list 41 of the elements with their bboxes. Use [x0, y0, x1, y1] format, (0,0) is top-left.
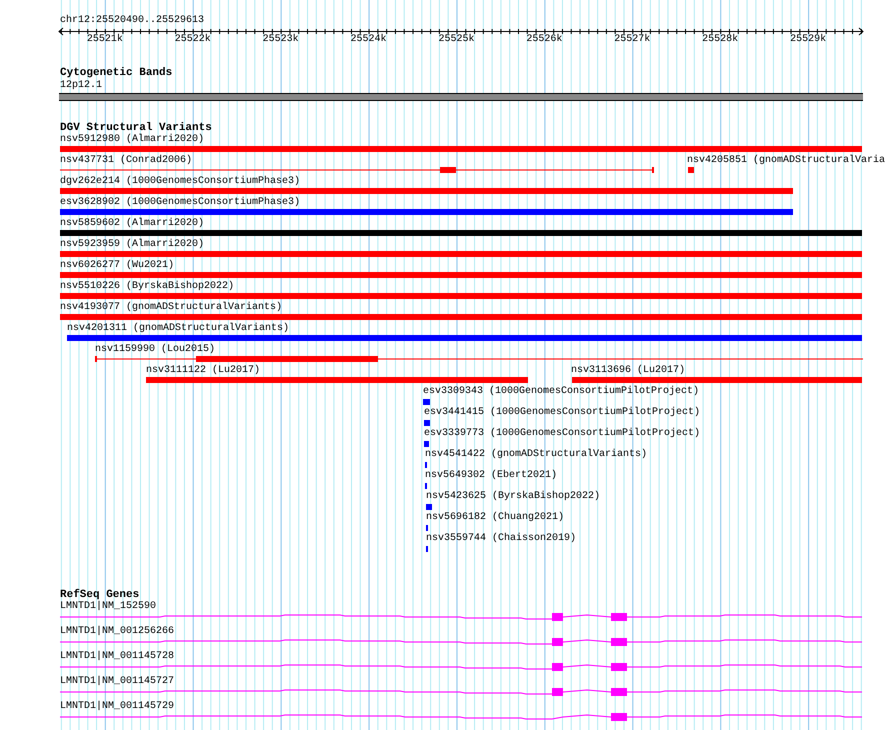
- gene-label: LMNTD1|NM_152590: [60, 601, 156, 613]
- track-title: RefSeq Genes: [60, 589, 140, 601]
- variant-label: nsv4541422 (gnomADStructuralVariants): [425, 449, 648, 461]
- track-title: Cytogenetic Bands: [60, 67, 172, 80]
- variant-label: esv3441415 (1000GenomesConsortiumPilotProject): [424, 407, 700, 419]
- tick-label: 25528k: [702, 34, 738, 46]
- variant-label: dgv262e214 (1000GenomesConsortiumPhase3): [60, 176, 300, 188]
- tick-label: 25529k: [790, 34, 826, 46]
- tick-label: 25523k: [262, 34, 299, 46]
- gene-label: LMNTD1|NM_001145728: [60, 651, 174, 663]
- variant-label: nsv6026277 (Wu2021): [60, 260, 174, 272]
- location-label: chr12:25520490..25529613: [60, 15, 204, 27]
- tick-label: 25522k: [174, 34, 211, 46]
- variant-label: esv3309343 (1000GenomesConsortiumPilotProject): [423, 386, 700, 398]
- variant-label: nsv3113696 (Lu2017): [571, 365, 686, 377]
- variant-label: nsv5859602 (Almarri2020): [60, 218, 204, 230]
- tick-label: 25525k: [438, 34, 474, 46]
- tick-label: 25524k: [350, 34, 387, 46]
- variant-label: nsv3559744 (Chaisson2019): [426, 533, 576, 545]
- gene-label: LMNTD1|NM_001145727: [60, 676, 174, 688]
- variant-label: nsv5423625 (ByrskaBishop2022): [426, 491, 600, 503]
- track-title: DGV Structural Variants: [60, 122, 212, 134]
- gene-label: LMNTD1|NM_001256266: [60, 626, 174, 638]
- variant-label: nsv5696182 (Chuang2021): [426, 512, 564, 524]
- variant-label: nsv437731 (Conrad2006): [60, 155, 192, 167]
- tick-label: 25527k: [614, 34, 650, 46]
- tick-label: 25526k: [526, 34, 562, 46]
- variant-label: nsv5510226 (ByrskaBishop2022): [60, 281, 234, 293]
- band-label: 12p12.1: [60, 80, 102, 92]
- variant-label: nsv3111122 (Lu2017): [146, 365, 260, 377]
- variant-label: nsv5923959 (Almarri2020): [60, 239, 204, 251]
- variant-label: esv3628902 (1000GenomesConsortiumPhase3): [60, 197, 300, 209]
- variant-label: nsv1159990 (Lou2015): [95, 344, 216, 356]
- variant-label: nsv5649302 (Ebert2021): [425, 470, 558, 482]
- variant-label: nsv4201311 (gnomADStructuralVariants): [67, 323, 290, 335]
- variant-label: nsv4205851 (gnomADStructuralVaria: [687, 155, 886, 167]
- variant-label: esv3339773 (1000GenomesConsortiumPilotProject): [424, 428, 700, 440]
- variant-label: nsv4193077 (gnomADStructuralVariants): [60, 302, 282, 314]
- tick-label: 25521k: [86, 34, 123, 46]
- gene-label: LMNTD1|NM_001145729: [60, 701, 174, 713]
- variant-label: nsv5912980 (Almarri2020): [60, 134, 204, 146]
